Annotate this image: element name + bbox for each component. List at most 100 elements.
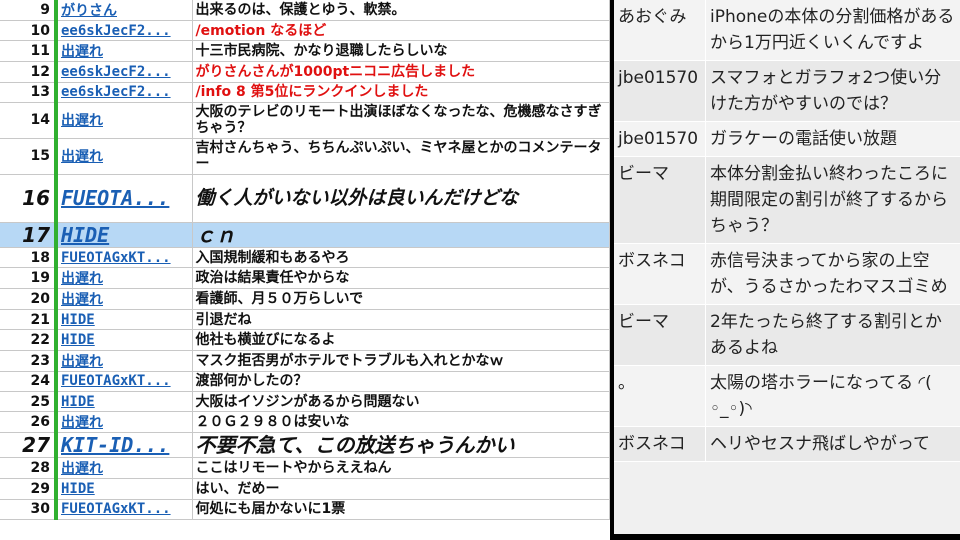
user-link[interactable]: HIDE bbox=[56, 309, 193, 331]
comment-text: /info 8 第5位にランクインしました bbox=[192, 82, 610, 103]
list-item[interactable]: あおぐみ iPhoneの本体の分割価格があるから1万円近くいくんですよ bbox=[614, 0, 960, 61]
comment-number: 23 bbox=[0, 350, 58, 372]
comment-number: 29 bbox=[0, 478, 58, 500]
table-row[interactable]: 16 FUEOTA... 働く人がいない以外は良いんだけどな bbox=[0, 174, 610, 223]
list-item[interactable]: ビーマ 2年たったら終了する割引とかあるよね bbox=[614, 305, 960, 366]
comment-number: 9 bbox=[0, 0, 58, 21]
user-link[interactable]: HIDE bbox=[56, 222, 193, 248]
table-row[interactable]: 17 HIDE ｃｎ bbox=[0, 222, 610, 248]
commenter-name: ビーマ bbox=[614, 157, 706, 243]
commenter-name: 。 bbox=[614, 366, 706, 426]
user-link[interactable]: 出遅れ bbox=[56, 40, 193, 63]
list-item[interactable]: ビーマ 本体分割金払い終わったころに期間限定の割引が終了するからちゃう？ bbox=[614, 157, 960, 244]
comment-number: 10 bbox=[0, 20, 58, 42]
comment-number: 27 bbox=[0, 432, 58, 459]
table-row[interactable]: 22 HIDE 他社も横並びになるよ bbox=[0, 329, 610, 351]
comment-text: 十三市民病院、かなり退職したらしいな bbox=[192, 40, 610, 63]
user-link[interactable]: FUEOTA... bbox=[56, 174, 193, 223]
user-link[interactable]: 出遅れ bbox=[56, 288, 193, 311]
table-row[interactable]: 24 FUEOTAGxKT... 渡部何かしたの？ bbox=[0, 371, 610, 393]
comment-text: がりさんさんが1000ptニコニ広告しました bbox=[192, 61, 610, 83]
comment-table-panel: 9 がりさん 出来るのは、保護とゆう、軟禁。 10 ee6skJecF2... … bbox=[0, 0, 610, 540]
comment-text: 他社も横並びになるよ bbox=[192, 329, 610, 351]
user-link[interactable]: ee6skJecF2... bbox=[56, 82, 193, 103]
user-link[interactable]: FUEOTAGxKT... bbox=[56, 499, 193, 520]
comment-text: ｃｎ bbox=[192, 222, 610, 248]
comment-number: 12 bbox=[0, 61, 58, 83]
table-row[interactable]: 15 出遅れ 吉村さんちゃう、ちちんぷいぷい、ミヤネ屋とかのコメンテーター bbox=[0, 138, 610, 175]
table-row[interactable]: 13 ee6skJecF2... /info 8 第5位にランクインしました bbox=[0, 82, 610, 103]
comment-text: マスク拒否男がホテルでトラブルも入れとかなｗ bbox=[192, 350, 610, 372]
comment-number: 21 bbox=[0, 309, 58, 331]
comment-text: ここはリモートやからええねん bbox=[192, 457, 610, 480]
table-row[interactable]: 12 ee6skJecF2... がりさんさんが1000ptニコニ広告しました bbox=[0, 61, 610, 83]
user-link[interactable]: 出遅れ bbox=[56, 102, 193, 139]
table-row[interactable]: 19 出遅れ 政治は結果責任やからな bbox=[0, 267, 610, 290]
comment-text: 出来るのは、保護とゆう、軟禁。 bbox=[192, 0, 610, 21]
list-item[interactable]: jbe01570 ガラケーの電話使い放題 bbox=[614, 122, 960, 157]
table-row[interactable]: 11 出遅れ 十三市民病院、かなり退職したらしいな bbox=[0, 40, 610, 63]
comment-text: 渡部何かしたの？ bbox=[192, 371, 610, 393]
comment-number: 22 bbox=[0, 329, 58, 351]
user-link[interactable]: KIT-ID... bbox=[56, 432, 193, 459]
user-link[interactable]: FUEOTAGxKT... bbox=[56, 371, 193, 393]
user-link[interactable]: FUEOTAGxKT... bbox=[56, 247, 193, 269]
list-item[interactable]: ボスネコ ヘリやセスナ飛ばしやがって bbox=[614, 427, 960, 462]
table-row[interactable]: 26 出遅れ ２０Ｇ２９８０は安いな bbox=[0, 411, 610, 434]
user-link[interactable]: ee6skJecF2... bbox=[56, 61, 193, 83]
list-item[interactable]: jbe01570 スマフォとガラフォ2つ使い分けた方がやすいのでは？ bbox=[614, 61, 960, 122]
comment-text: iPhoneの本体の分割価格があるから1万円近くいくんですよ bbox=[706, 0, 960, 60]
user-link[interactable]: 出遅れ bbox=[56, 350, 193, 372]
table-row[interactable]: 9 がりさん 出来るのは、保護とゆう、軟禁。 bbox=[0, 0, 610, 21]
comment-number: 13 bbox=[0, 82, 58, 103]
comment-text: 本体分割金払い終わったころに期間限定の割引が終了するからちゃう？ bbox=[706, 157, 960, 243]
user-link[interactable]: 出遅れ bbox=[56, 138, 193, 175]
table-row[interactable]: 20 出遅れ 看護師、月５０万らしいで bbox=[0, 288, 610, 311]
user-link[interactable]: 出遅れ bbox=[56, 267, 193, 290]
table-row[interactable]: 10 ee6skJecF2... /emotion なるほど bbox=[0, 20, 610, 42]
comment-number: 17 bbox=[0, 222, 58, 248]
table-row[interactable]: 23 出遅れ マスク拒否男がホテルでトラブルも入れとかなｗ bbox=[0, 350, 610, 372]
comment-number: 26 bbox=[0, 411, 58, 434]
comment-text: /emotion なるほど bbox=[192, 20, 610, 42]
comment-number: 16 bbox=[0, 174, 58, 223]
comment-text: 不要不急て、この放送ちゃうんかい bbox=[192, 432, 610, 459]
user-link[interactable]: ee6skJecF2... bbox=[56, 20, 193, 42]
comment-number: 11 bbox=[0, 40, 58, 63]
comment-list-panel[interactable]: あおぐみ iPhoneの本体の分割価格があるから1万円近くいくんですよ jbe0… bbox=[614, 0, 960, 534]
comment-text: ガラケーの電話使い放題 bbox=[706, 122, 960, 156]
commenter-name: ボスネコ bbox=[614, 427, 706, 461]
commenter-name: jbe01570 bbox=[614, 122, 706, 156]
table-row[interactable]: 27 KIT-ID... 不要不急て、この放送ちゃうんかい bbox=[0, 432, 610, 459]
comment-text: 看護師、月５０万らしいで bbox=[192, 288, 610, 311]
table-row[interactable]: 21 HIDE 引退だね bbox=[0, 309, 610, 331]
comment-text: 政治は結果責任やからな bbox=[192, 267, 610, 290]
table-row[interactable]: 25 HIDE 大阪はイソジンがあるから問題ない bbox=[0, 391, 610, 413]
table-row[interactable]: 29 HIDE はい、だめー bbox=[0, 478, 610, 500]
commenter-name: ボスネコ bbox=[614, 244, 706, 304]
user-link[interactable]: がりさん bbox=[56, 0, 193, 21]
user-link[interactable]: HIDE bbox=[56, 391, 193, 413]
user-link[interactable]: 出遅れ bbox=[56, 411, 193, 434]
comment-text: 大阪のテレビのリモート出演ほぼなくなったな、危機感なさすぎちゃう？ bbox=[192, 102, 610, 139]
list-item[interactable]: 。 太陽の塔ホラーになってる ◜( ◦_◦)◝ bbox=[614, 366, 960, 427]
table-row[interactable]: 30 FUEOTAGxKT... 何処にも届かないに1票 bbox=[0, 499, 610, 520]
comment-number: 18 bbox=[0, 247, 58, 269]
comment-text: 働く人がいない以外は良いんだけどな bbox=[192, 174, 610, 223]
comment-number: 24 bbox=[0, 371, 58, 393]
commenter-name: jbe01570 bbox=[614, 61, 706, 121]
commenter-name: あおぐみ bbox=[614, 0, 706, 60]
comment-text: 大阪はイソジンがあるから問題ない bbox=[192, 391, 610, 413]
table-row[interactable]: 28 出遅れ ここはリモートやからええねん bbox=[0, 457, 610, 480]
comment-number: 30 bbox=[0, 499, 58, 520]
table-row[interactable]: 14 出遅れ 大阪のテレビのリモート出演ほぼなくなったな、危機感なさすぎちゃう？ bbox=[0, 102, 610, 139]
comment-text: 入国規制緩和もあるやろ bbox=[192, 247, 610, 269]
user-link[interactable]: HIDE bbox=[56, 478, 193, 500]
user-link[interactable]: 出遅れ bbox=[56, 457, 193, 480]
user-link[interactable]: HIDE bbox=[56, 329, 193, 351]
bottom-strip bbox=[614, 534, 960, 540]
comment-text: 2年たったら終了する割引とかあるよね bbox=[706, 305, 960, 365]
comment-number: 28 bbox=[0, 457, 58, 480]
list-item[interactable]: ボスネコ 赤信号決まってから家の上空が、うるさかったわマスゴミめ bbox=[614, 244, 960, 305]
table-row[interactable]: 18 FUEOTAGxKT... 入国規制緩和もあるやろ bbox=[0, 247, 610, 269]
